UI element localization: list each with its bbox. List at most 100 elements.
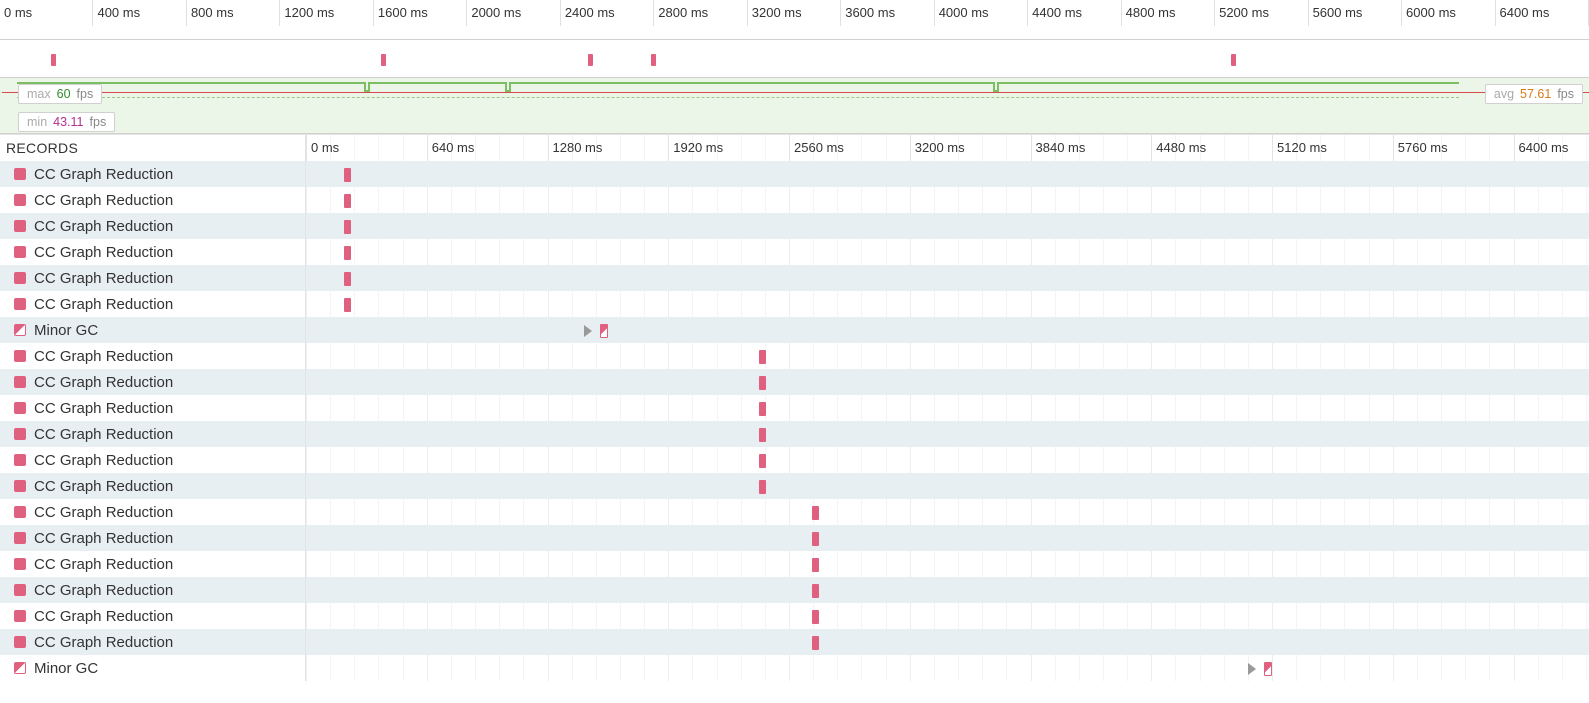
record-row-cc-graph-reduction[interactable]: CC Graph Reduction	[0, 577, 305, 603]
lane-row[interactable]	[306, 291, 1589, 317]
record-row-cc-graph-reduction[interactable]: CC Graph Reduction	[0, 239, 305, 265]
gc-bar-icon[interactable]	[759, 350, 766, 364]
gc-swatch-icon	[14, 610, 26, 622]
lane-row[interactable]	[306, 265, 1589, 291]
lane-row[interactable]	[306, 499, 1589, 525]
overview-tick: 2400 ms	[561, 0, 654, 26]
lane-row[interactable]	[306, 421, 1589, 447]
records-lanes[interactable]: 0 ms640 ms1280 ms1920 ms2560 ms3200 ms38…	[306, 135, 1589, 681]
record-label: CC Graph Reduction	[34, 296, 173, 313]
lane-row[interactable]	[306, 447, 1589, 473]
gc-bar-icon[interactable]	[344, 168, 351, 182]
lane-tick: 5120 ms	[1272, 135, 1327, 161]
lane-tick: 3840 ms	[1031, 135, 1086, 161]
overview-marker-icon	[51, 54, 56, 66]
gc-bar-icon[interactable]	[812, 506, 819, 520]
record-label: CC Graph Reduction	[34, 166, 173, 183]
overview-tick: 6400 ms	[1496, 0, 1589, 26]
lane-row[interactable]	[306, 603, 1589, 629]
minor-gc-bar-icon[interactable]	[600, 324, 608, 338]
records-header: RECORDS	[0, 135, 305, 161]
lane-row[interactable]	[306, 369, 1589, 395]
gc-bar-icon[interactable]	[812, 610, 819, 624]
lane-row[interactable]	[306, 317, 1589, 343]
overview-tick: 1600 ms	[374, 0, 467, 26]
lane-row[interactable]	[306, 395, 1589, 421]
lane-row[interactable]	[306, 161, 1589, 187]
gc-bar-icon[interactable]	[759, 428, 766, 442]
gc-swatch-icon	[14, 428, 26, 440]
gc-bar-icon[interactable]	[812, 584, 819, 598]
gc-swatch-icon	[14, 194, 26, 206]
gc-swatch-icon	[14, 350, 26, 362]
lane-tick: 640 ms	[427, 135, 475, 161]
fps-threshold-icon	[2, 92, 1589, 93]
gc-bar-icon[interactable]	[759, 454, 766, 468]
gc-bar-icon[interactable]	[344, 246, 351, 260]
minor-gc-swatch-icon	[14, 662, 26, 674]
gc-bar-icon[interactable]	[812, 636, 819, 650]
record-row-minor-gc[interactable]: Minor GC	[0, 317, 305, 343]
record-row-cc-graph-reduction[interactable]: CC Graph Reduction	[0, 291, 305, 317]
record-label: CC Graph Reduction	[34, 530, 173, 547]
record-label: CC Graph Reduction	[34, 400, 173, 417]
record-row-cc-graph-reduction[interactable]: CC Graph Reduction	[0, 525, 305, 551]
lane-row[interactable]	[306, 239, 1589, 265]
gc-swatch-icon	[14, 558, 26, 570]
overview-tick: 5600 ms	[1309, 0, 1402, 26]
lane-row[interactable]	[306, 655, 1589, 681]
gc-bar-icon[interactable]	[344, 272, 351, 286]
gc-bar-icon[interactable]	[344, 220, 351, 234]
gc-swatch-icon	[14, 584, 26, 596]
overview-tick: 2800 ms	[654, 0, 747, 26]
minor-gc-bar-icon[interactable]	[1264, 662, 1272, 676]
overview-timeline[interactable]: 0 ms400 ms800 ms1200 ms1600 ms2000 ms240…	[0, 0, 1589, 40]
lane-row[interactable]	[306, 187, 1589, 213]
record-row-cc-graph-reduction[interactable]: CC Graph Reduction	[0, 343, 305, 369]
record-row-minor-gc[interactable]: Minor GC	[0, 655, 305, 681]
record-label: Minor GC	[34, 660, 98, 677]
unit: fps	[1557, 87, 1574, 101]
record-row-cc-graph-reduction[interactable]: CC Graph Reduction	[0, 395, 305, 421]
gc-bar-icon[interactable]	[344, 298, 351, 312]
record-row-cc-graph-reduction[interactable]: CC Graph Reduction	[0, 421, 305, 447]
record-row-cc-graph-reduction[interactable]: CC Graph Reduction	[0, 213, 305, 239]
lane-row[interactable]	[306, 343, 1589, 369]
gc-bar-icon[interactable]	[759, 376, 766, 390]
record-row-cc-graph-reduction[interactable]: CC Graph Reduction	[0, 499, 305, 525]
lane-row[interactable]	[306, 473, 1589, 499]
lane-row[interactable]	[306, 577, 1589, 603]
gc-bar-icon[interactable]	[344, 194, 351, 208]
record-row-cc-graph-reduction[interactable]: CC Graph Reduction	[0, 603, 305, 629]
gc-bar-icon[interactable]	[812, 532, 819, 546]
record-row-cc-graph-reduction[interactable]: CC Graph Reduction	[0, 473, 305, 499]
lane-row[interactable]	[306, 629, 1589, 655]
record-row-cc-graph-reduction[interactable]: CC Graph Reduction	[0, 629, 305, 655]
gc-bar-icon[interactable]	[812, 558, 819, 572]
lane-row[interactable]	[306, 213, 1589, 239]
lane-row[interactable]	[306, 525, 1589, 551]
record-row-cc-graph-reduction[interactable]: CC Graph Reduction	[0, 161, 305, 187]
record-label: Minor GC	[34, 322, 98, 339]
overview-tick: 3600 ms	[841, 0, 934, 26]
fps-avg-line-icon	[17, 97, 1459, 98]
expand-triangle-icon[interactable]	[1248, 663, 1256, 675]
lane-row[interactable]	[306, 551, 1589, 577]
gc-bar-icon[interactable]	[759, 402, 766, 416]
record-row-cc-graph-reduction[interactable]: CC Graph Reduction	[0, 369, 305, 395]
record-row-cc-graph-reduction[interactable]: CC Graph Reduction	[0, 265, 305, 291]
record-row-cc-graph-reduction[interactable]: CC Graph Reduction	[0, 551, 305, 577]
expand-triangle-icon[interactable]	[584, 325, 592, 337]
overview-tick: 1200 ms	[280, 0, 373, 26]
overview-marker-icon	[651, 54, 656, 66]
overview-markers[interactable]	[0, 40, 1589, 78]
record-label: CC Graph Reduction	[34, 374, 173, 391]
overview-tick: 3200 ms	[748, 0, 841, 26]
gc-bar-icon[interactable]	[759, 480, 766, 494]
record-row-cc-graph-reduction[interactable]: CC Graph Reduction	[0, 447, 305, 473]
gc-swatch-icon	[14, 376, 26, 388]
fps-dip-icon	[364, 82, 370, 92]
overview-marker-icon	[1231, 54, 1236, 66]
record-row-cc-graph-reduction[interactable]: CC Graph Reduction	[0, 187, 305, 213]
unit: fps	[77, 87, 94, 101]
